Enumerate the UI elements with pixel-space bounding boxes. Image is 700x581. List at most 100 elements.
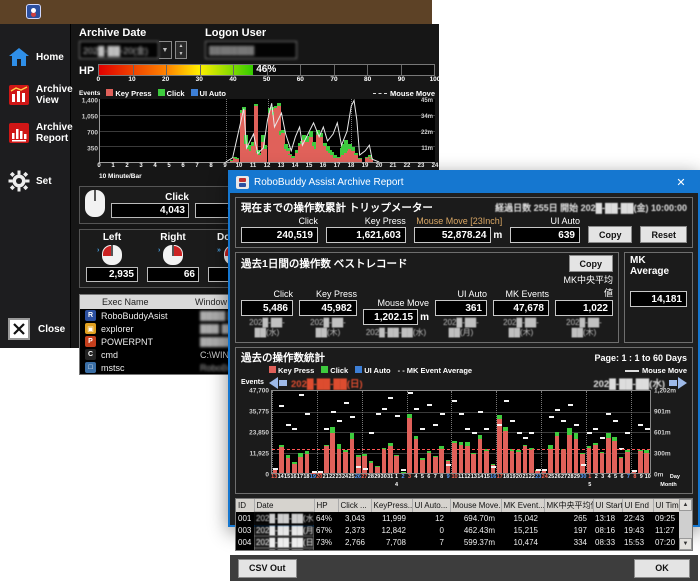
daily-bar-day-9 <box>446 391 451 473</box>
prev-page-arrow[interactable] <box>269 377 287 389</box>
col-header[interactable]: HP <box>314 499 338 512</box>
stat-mouse-move-inch-: Mouse Move [23Inch]52,878.24m <box>414 216 503 243</box>
best-record-title: 過去1日間の操作数 ベストレコード <box>241 256 407 271</box>
table-cell: 7 <box>412 536 450 548</box>
mouse-move-marker <box>478 411 483 413</box>
legend-key-press: Key Press <box>269 366 314 375</box>
table-cell: 003 <box>236 524 254 536</box>
day-tick: 30 <box>580 474 586 480</box>
sidebar-label-set: Set <box>36 176 52 187</box>
table-cell: 2,373 <box>338 524 371 536</box>
day-tick: 5 <box>614 474 617 480</box>
scroll-up-icon[interactable]: ▲ <box>679 499 692 511</box>
stat-value: 1,621,603 <box>326 227 406 243</box>
table-cell: 11:27 <box>653 524 679 536</box>
table-row[interactable]: 001202█-██-██(水)64%3,04311,99912694.70m1… <box>236 512 679 524</box>
legend-mouse-move: Mouse Move <box>373 89 435 98</box>
mouse-move-marker <box>459 413 464 415</box>
daily-bar-day-20 <box>318 391 323 473</box>
mouse-move-marker <box>376 413 381 415</box>
col-header[interactable]: UI Start <box>593 499 622 512</box>
mouse-move-marker <box>581 464 586 466</box>
day-tick: 1 <box>395 474 398 480</box>
sidebar-label-home: Home <box>36 52 64 63</box>
sidebar-item-set[interactable]: Set <box>0 162 70 200</box>
archive-date-stepper[interactable]: ▲▼ <box>175 41 187 59</box>
col-header[interactable]: MK Event... <box>501 499 544 512</box>
stat-ui-auto: UI Auto361202█-██-██(月) <box>435 289 487 338</box>
daily-bar-day-2 <box>593 391 598 473</box>
day-tick: 14 <box>477 474 483 480</box>
daily-bar-day-12 <box>465 391 470 473</box>
day-tick: 25 <box>548 474 554 480</box>
sidebar-item-archive-report[interactable]: Archive Report <box>0 114 70 152</box>
table-scrollbar[interactable]: ▲ ▼ <box>679 499 692 550</box>
legend-ui-auto: UI Auto <box>355 366 390 375</box>
day-tick: 23 <box>535 474 541 480</box>
table-cell: 15,215 <box>501 524 544 536</box>
table-row[interactable]: 003202█-██-██(月)67%2,37312,8420462.43m15… <box>236 524 679 536</box>
csv-out-button[interactable]: CSV Out <box>238 559 297 578</box>
col-header[interactable]: ID <box>236 499 254 512</box>
table-row[interactable]: 004202█-██-██(日)73%2,7667,7087599.37m10,… <box>236 536 679 548</box>
day-tick: 4 <box>608 474 611 480</box>
trip-copy-button[interactable]: Copy <box>588 226 633 243</box>
mouse-move-marker <box>414 408 419 410</box>
mouse-move-marker <box>292 428 297 430</box>
archive-date-select[interactable]: 202█-██-20(金) <box>79 41 159 59</box>
mouse-left-icon: › <box>102 245 122 265</box>
chevron-down-icon[interactable]: ▼ <box>159 41 172 59</box>
table-cell: 005 <box>236 548 254 550</box>
day-tick: 19 <box>509 474 515 480</box>
mouse-move-marker <box>279 405 284 407</box>
sidebar-item-archive-view[interactable]: Archive View <box>0 76 70 114</box>
daily-bar-day-27 <box>561 391 566 473</box>
report-close-button[interactable]: ✕ <box>670 176 692 189</box>
day-tick: 10 <box>645 474 651 480</box>
daily-bar-day-16 <box>292 391 297 473</box>
table-cell: 14:35 <box>622 548 653 550</box>
close-app-button[interactable]: Close <box>8 318 65 340</box>
table-cell: 08:33 <box>593 536 622 548</box>
hp-scale-tick: 60 <box>297 76 304 83</box>
mouse-move-marker <box>401 469 406 471</box>
day-tick: 22 <box>529 474 535 480</box>
col-header[interactable]: UI Time <box>653 499 679 512</box>
day-tick: 17 <box>497 474 503 480</box>
home-icon <box>8 46 30 68</box>
col-header[interactable]: KeyPress... <box>371 499 412 512</box>
day-tick: 20 <box>316 474 322 480</box>
hp-scale-tick: 10 <box>128 76 135 83</box>
col-header[interactable]: Date <box>254 499 314 512</box>
mouse-move-marker <box>331 411 336 413</box>
table-cell: 694.70m <box>450 512 501 524</box>
col-header[interactable]: UI End <box>622 499 653 512</box>
col-header[interactable]: UI Auto... <box>412 499 450 512</box>
close-icon <box>8 318 30 340</box>
back-window-titlebar[interactable] <box>0 0 432 24</box>
mouse-move-marker <box>529 432 534 434</box>
mouse-move-marker <box>324 428 329 430</box>
col-header[interactable]: MK中央平均値 <box>544 499 593 512</box>
best-copy-button[interactable]: Copy <box>569 255 614 272</box>
legend-key-press: Key Press <box>106 89 151 98</box>
report-titlebar[interactable]: RoboBuddy Assist Archive Report ✕ <box>230 172 698 193</box>
daily-bar-day-1 <box>394 391 399 473</box>
daily-bar-day-14 <box>279 391 284 473</box>
sidebar-item-home[interactable]: Home <box>0 38 70 76</box>
table-cell: 202█-██-██(日) <box>254 536 314 548</box>
mouse-move-marker <box>318 471 323 473</box>
mouse-move-marker <box>625 432 630 434</box>
trip-reset-button[interactable]: Reset <box>640 226 687 243</box>
col-header[interactable]: Mouse Move... <box>450 499 501 512</box>
ok-button[interactable]: OK <box>634 559 690 578</box>
table-row[interactable]: 005202█-██-██(木)90%3544,375491.47m4,7305… <box>236 548 679 550</box>
daily-bar-day-17 <box>298 391 303 473</box>
day-tick: 3 <box>601 474 604 480</box>
exec-name: cmd <box>101 350 200 360</box>
mouse-move-marker <box>472 432 477 434</box>
col-header[interactable]: Click ... <box>338 499 371 512</box>
daily-bar-day-16 <box>491 391 496 473</box>
scroll-down-icon[interactable]: ▼ <box>679 538 692 550</box>
mouse-move-marker <box>593 428 598 430</box>
